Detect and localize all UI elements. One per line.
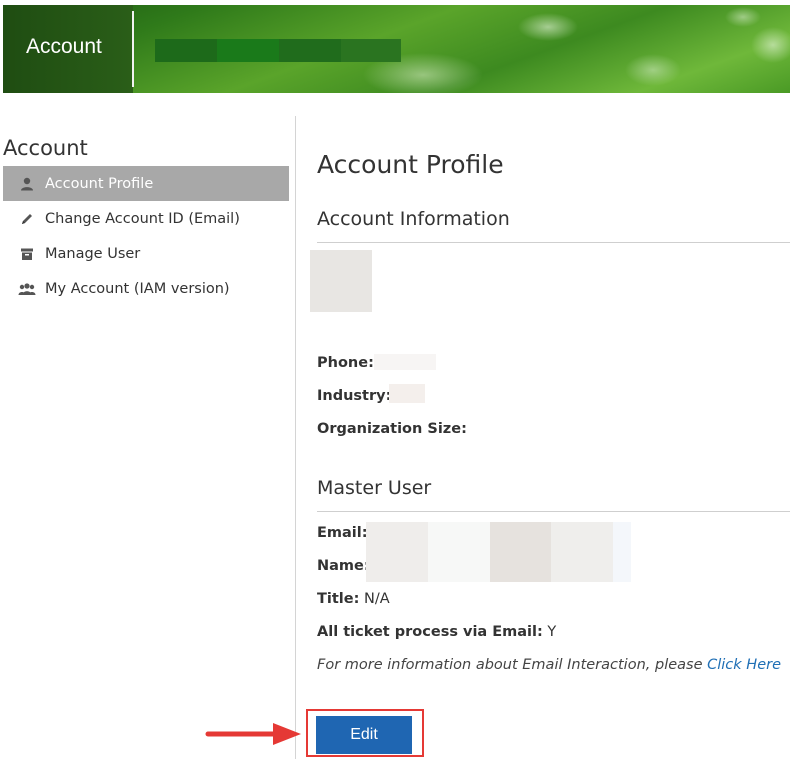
organization-size-label: Organization Size: — [317, 421, 467, 437]
sidebar-item-label: Change Account ID (Email) — [45, 210, 240, 227]
page-title: Account Profile — [317, 150, 504, 179]
section-title-master-user: Master User — [317, 477, 432, 499]
archive-box-icon — [18, 245, 36, 263]
redacted-user-details — [366, 522, 428, 582]
pencil-icon — [18, 210, 36, 228]
name-field: Name: — [317, 558, 370, 574]
redacted-account-name — [217, 39, 279, 62]
redacted-user-details — [613, 522, 631, 582]
sidebar-item-change-account-id[interactable]: Change Account ID (Email) — [3, 201, 289, 236]
click-here-link[interactable]: Click Here — [707, 657, 781, 673]
section-title-account-information: Account Information — [317, 208, 510, 230]
ticket-process-value: Y — [547, 624, 557, 640]
company-logo-image — [310, 250, 372, 312]
sidebar-title: Account — [3, 136, 88, 160]
sidebar-item-label: Manage User — [45, 245, 141, 262]
redacted-user-details — [490, 522, 551, 582]
ticket-process-label: All ticket process via Email: — [317, 624, 543, 640]
name-label: Name: — [317, 558, 370, 574]
email-interaction-info: For more information about Email Interac… — [317, 657, 781, 673]
phone-field: Phone: — [317, 355, 374, 371]
sidebar-item-label: Account Profile — [45, 175, 154, 192]
sidebar-item-manage-user[interactable]: Manage User — [3, 236, 289, 271]
header-title: Account — [26, 35, 102, 58]
sidebar-item-label: My Account (IAM version) — [45, 280, 230, 297]
redacted-account-name — [341, 39, 401, 62]
industry-label: Industry: — [317, 388, 392, 404]
redacted-account-name — [279, 39, 341, 62]
user-icon — [18, 175, 36, 193]
phone-label: Phone: — [317, 355, 374, 371]
section-divider — [317, 242, 790, 243]
redacted-phone-value — [374, 354, 436, 370]
sidebar: Account Account Profile Change Account I… — [3, 116, 296, 759]
section-divider — [317, 511, 790, 512]
title-field: Title: N/A — [317, 591, 390, 607]
ticket-process-field: All ticket process via Email: Y — [317, 624, 556, 640]
email-field: Email: — [317, 525, 368, 541]
arrow-right-icon — [205, 723, 301, 745]
redacted-user-details — [551, 522, 613, 582]
sidebar-item-account-profile[interactable]: Account Profile — [3, 166, 289, 201]
users-group-icon — [18, 280, 36, 298]
organization-size-field: Organization Size: — [317, 421, 467, 437]
title-label: Title: — [317, 591, 360, 607]
title-value: N/A — [364, 591, 390, 607]
header-banner: Account — [3, 5, 790, 93]
email-label: Email: — [317, 525, 368, 541]
sidebar-item-my-account-iam[interactable]: My Account (IAM version) — [3, 271, 289, 306]
email-interaction-text: For more information about Email Interac… — [317, 657, 708, 673]
edit-button[interactable]: Edit — [316, 716, 412, 754]
redacted-account-name — [155, 39, 217, 62]
redacted-industry-value — [389, 384, 425, 403]
header-divider — [132, 11, 134, 87]
industry-field: Industry: — [317, 388, 391, 404]
redacted-user-details — [428, 522, 490, 582]
